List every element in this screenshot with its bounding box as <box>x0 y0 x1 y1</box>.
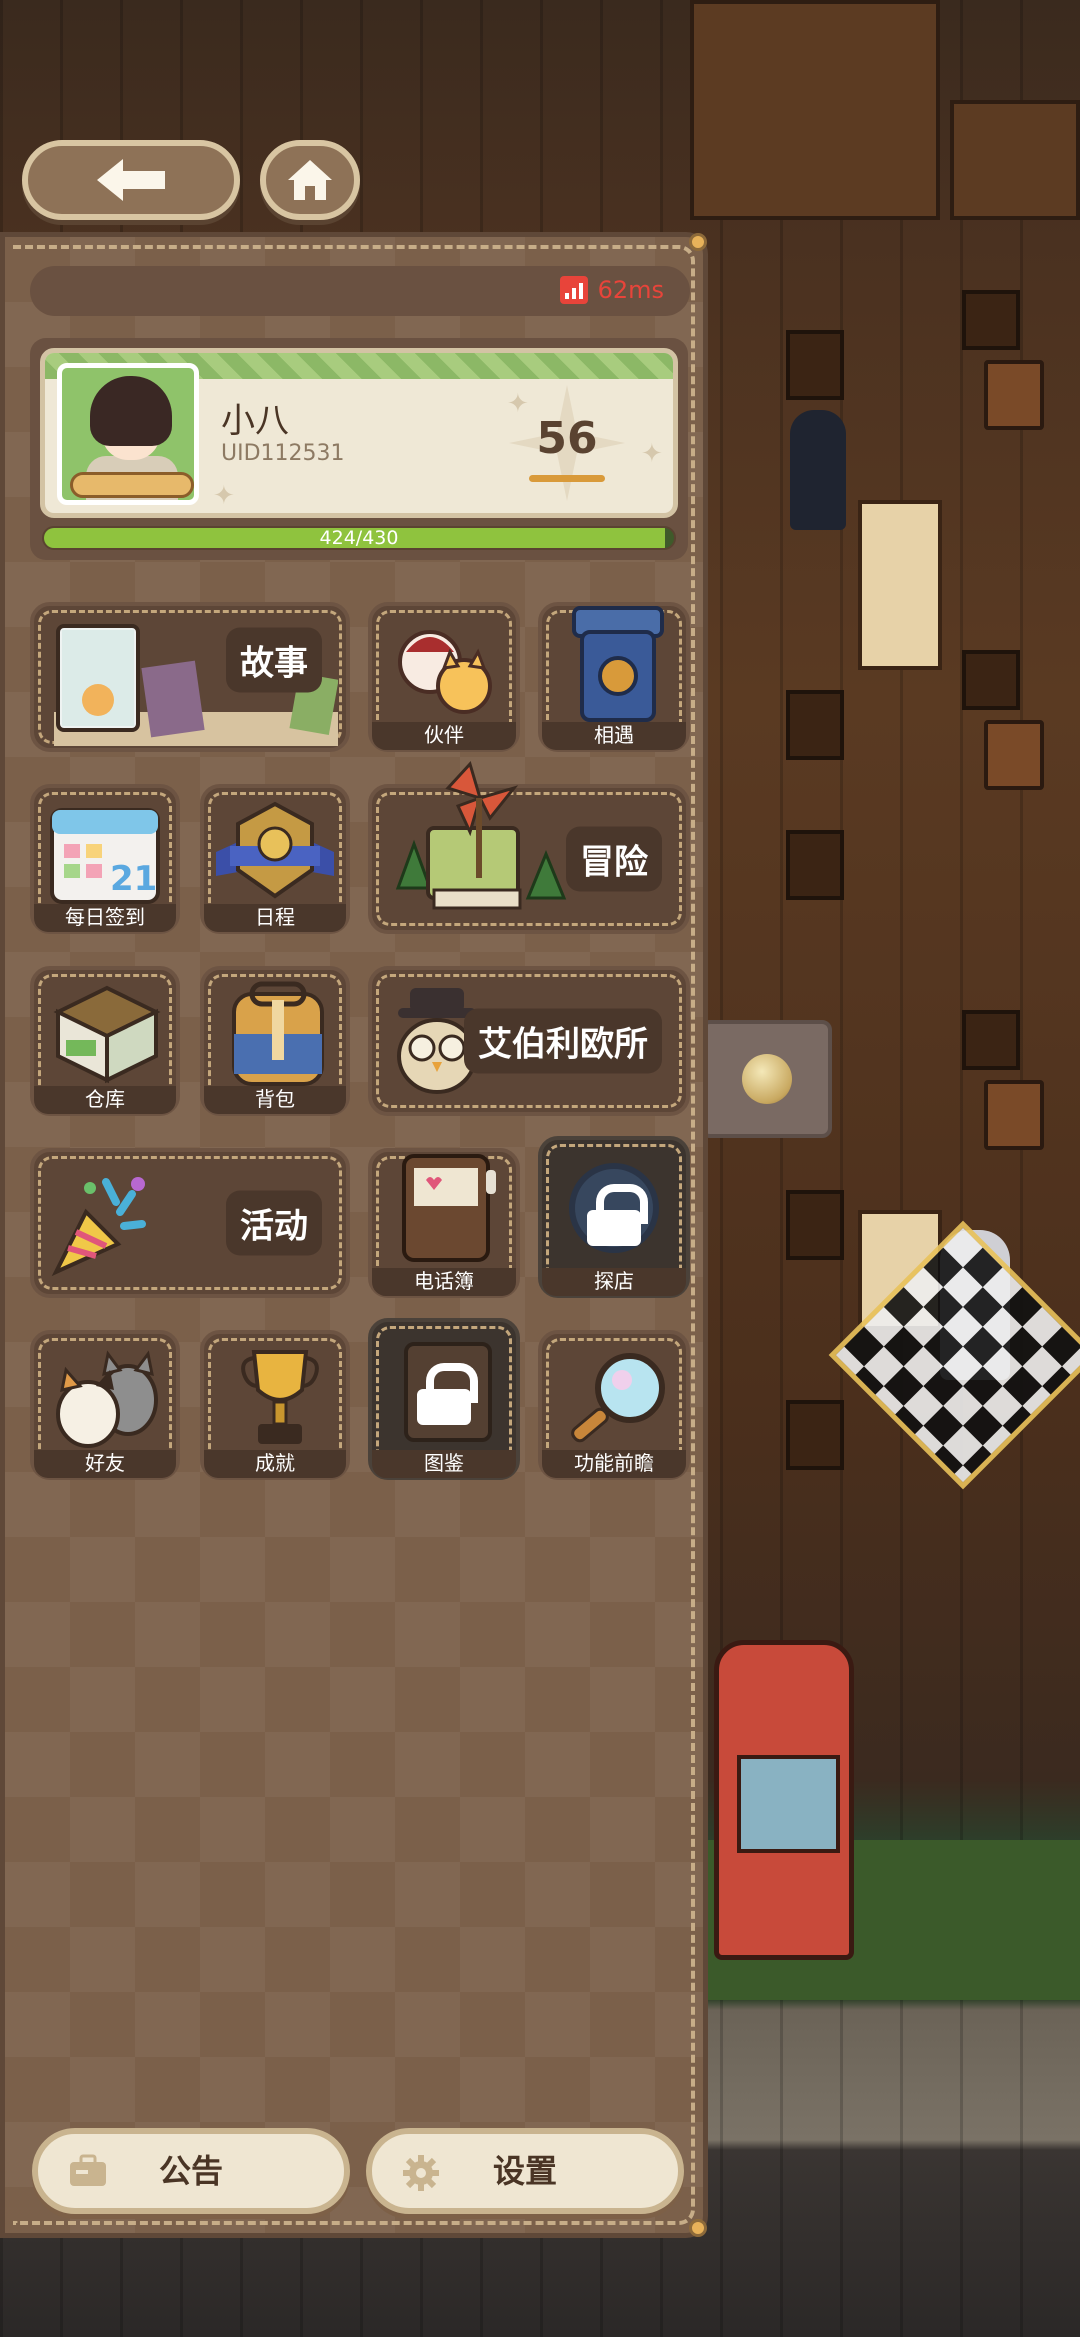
menu-codex-locked[interactable]: 图鉴 <box>368 1318 520 1480</box>
menu-daily-checkin[interactable]: 21 每日签到 <box>30 784 180 934</box>
settings-button[interactable]: 设置 <box>366 2128 684 2214</box>
npc-character[interactable] <box>790 410 846 530</box>
back-button[interactable] <box>22 140 240 220</box>
chair <box>786 1190 844 1260</box>
phone-booth-icon <box>572 606 664 722</box>
menu-activity[interactable]: 活动 <box>30 1148 350 1298</box>
menu-daily-checkin-label: 每日签到 <box>34 904 176 932</box>
warehouse-box-icon <box>53 985 161 1084</box>
menu-partner[interactable]: 伙伴 <box>368 602 520 752</box>
menu-abelio-label: 艾伯利欧所 <box>464 1008 662 1074</box>
cats-friends-icon <box>56 1350 158 1448</box>
exp-text: 424/430 <box>319 527 399 549</box>
chair <box>962 1010 1020 1070</box>
player-level: 56 <box>536 413 598 464</box>
cafe-table <box>984 360 1044 430</box>
menu-backpack[interactable]: 背包 <box>200 966 350 1116</box>
announcement-button[interactable]: 公告 <box>32 2128 350 2214</box>
display-stand <box>858 500 942 670</box>
menu-partner-label: 伙伴 <box>372 722 516 750</box>
chair <box>786 830 844 900</box>
chair <box>786 1400 844 1470</box>
cafe-table <box>984 720 1044 790</box>
chair <box>962 650 1020 710</box>
adventure-pinwheel-icon <box>395 761 567 910</box>
arcade-machine[interactable] <box>714 1640 854 1960</box>
menu-schedule-label: 日程 <box>204 904 346 932</box>
menu-achievement-label: 成就 <box>204 1450 346 1478</box>
avatar[interactable] <box>57 363 199 505</box>
menu-encounter-label: 相遇 <box>542 722 686 750</box>
bookshelf <box>690 0 940 220</box>
back-arrow-icon <box>97 159 165 201</box>
sparkle-icon: ✦ <box>213 481 235 511</box>
menu-schedule[interactable]: 日程 <box>200 784 350 934</box>
menu-phonebook-label: 电话簿 <box>372 1268 516 1296</box>
menu-feature-preview-label: 功能前瞻 <box>542 1450 686 1478</box>
corner-ornament <box>689 233 707 251</box>
menu-achievement[interactable]: 成就 <box>200 1330 350 1480</box>
menu-explore-store-locked[interactable]: 探店 <box>538 1136 690 1298</box>
ping-indicator: 62ms <box>559 276 664 304</box>
menu-backpack-label: 背包 <box>204 1086 346 1114</box>
partner-icon <box>398 630 492 714</box>
chair <box>786 690 844 760</box>
chair <box>786 330 844 400</box>
lock-icon <box>417 1362 478 1425</box>
player-uid: UID112531 <box>221 441 345 466</box>
speech-bubble-coin[interactable] <box>700 1020 832 1138</box>
profile-panel[interactable]: 小八 UID112531 56 ✦ ✦ ✦ 424/430 <box>30 338 688 560</box>
magnifier-icon <box>571 1353 665 1443</box>
menu-story[interactable]: 故事 <box>30 602 350 752</box>
status-bar: 62ms <box>30 266 690 316</box>
menu-warehouse-label: 仓库 <box>34 1086 176 1114</box>
ping-value: 62ms <box>597 276 664 304</box>
exp-progress-bar: 424/430 <box>42 526 676 550</box>
menu-feature-preview[interactable]: 功能前瞻 <box>538 1330 690 1480</box>
menu-explore-store-label: 探店 <box>542 1268 686 1296</box>
profile-card[interactable]: 小八 UID112531 56 ✦ ✦ ✦ <box>40 348 678 518</box>
menu-adventure-label: 冒险 <box>566 826 662 892</box>
menu-codex-label: 图鉴 <box>372 1450 516 1478</box>
menu-friends-label: 好友 <box>34 1450 176 1478</box>
cabinet <box>950 100 1080 220</box>
settings-label: 设置 <box>492 2152 557 2190</box>
menu-encounter[interactable]: 相遇 <box>538 602 690 752</box>
player-name: 小八 <box>221 401 289 441</box>
calendar-number: 21 <box>110 859 157 899</box>
cafe-table <box>984 1080 1044 1150</box>
home-icon <box>288 160 332 200</box>
party-popper-icon <box>51 1177 146 1277</box>
backpack-icon <box>232 981 324 1086</box>
announcement-label: 公告 <box>158 2152 223 2190</box>
menu-warehouse[interactable]: 仓库 <box>30 966 180 1116</box>
level-underline <box>529 475 605 482</box>
sparkle-icon: ✦ <box>641 439 663 469</box>
menu-friends[interactable]: 好友 <box>30 1330 180 1480</box>
phonebook-icon <box>402 1154 496 1262</box>
calendar-icon: 21 <box>50 808 160 904</box>
corner-ornament <box>689 2219 707 2237</box>
menu-phonebook[interactable]: 电话簿 <box>368 1148 520 1298</box>
trophy-icon <box>241 1350 319 1444</box>
home-button[interactable] <box>260 140 360 220</box>
menu-story-label: 故事 <box>226 627 322 693</box>
menu-abelio[interactable]: 艾伯利欧所 <box>368 966 690 1116</box>
schedule-badge-icon <box>216 801 334 899</box>
menu-adventure[interactable]: 冒险 <box>368 761 690 934</box>
lock-icon <box>587 1183 648 1246</box>
menu-activity-label: 活动 <box>226 1190 322 1256</box>
chair <box>962 290 1020 350</box>
signal-icon <box>559 276 588 304</box>
